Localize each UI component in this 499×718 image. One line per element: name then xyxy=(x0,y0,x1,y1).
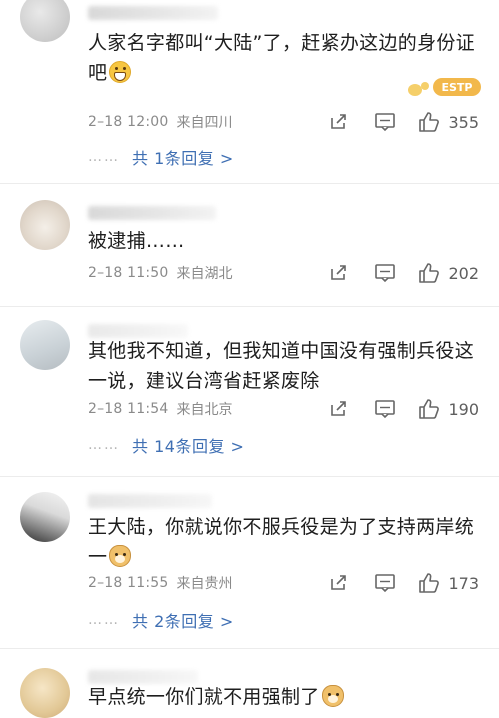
comment-text-content: 其他我不知道，但我知道中国没有强制兵役这一说，建议台湾省赶紧废除 xyxy=(88,340,475,392)
comment-time: 2–18 11:55 xyxy=(88,575,169,591)
doge-emoji-icon xyxy=(321,685,344,707)
avatar[interactable] xyxy=(20,668,70,718)
comment-meta: 2–18 11:55 来自贵州 173 xyxy=(88,570,479,596)
username-blurred[interactable] xyxy=(88,6,218,20)
comment-meta: 2–18 12:00 来自四川 355 xyxy=(88,109,479,135)
divider xyxy=(0,476,499,477)
thumbs-up-icon xyxy=(419,399,440,419)
comment-time: 2–18 12:00 xyxy=(88,114,169,130)
share-button[interactable] xyxy=(328,399,348,419)
comment-item: 被逮捕…… 2–18 11:50 来自湖北 202 xyxy=(0,184,499,308)
comment-actions: 202 xyxy=(328,260,479,286)
share-button[interactable] xyxy=(328,112,348,132)
comment-meta: 2–18 11:50 来自湖北 202 xyxy=(88,260,479,286)
comment-icon xyxy=(375,574,396,593)
comment-source: 来自贵州 xyxy=(176,576,233,592)
comment-icon xyxy=(375,400,396,419)
reply-dots: …… xyxy=(88,149,120,165)
comment-text: 其他我不知道，但我知道中国没有强制兵役这一说，建议台湾省赶紧废除 xyxy=(88,336,477,396)
comment-button[interactable] xyxy=(374,112,396,132)
comment-item: 其他我不知道，但我知道中国没有强制兵役这一说，建议台湾省赶紧废除 2–18 11… xyxy=(0,306,499,478)
comment-text-content: 王大陆，你就说你不服兵役是为了支持两岸统一 xyxy=(88,516,475,568)
like-button[interactable]: 202 xyxy=(418,262,479,284)
comment-icon xyxy=(375,113,396,132)
comment-source: 来自湖北 xyxy=(176,266,233,282)
comment-icon xyxy=(375,264,396,283)
avatar[interactable] xyxy=(20,492,70,542)
share-button[interactable] xyxy=(328,573,348,593)
share-icon xyxy=(331,401,347,416)
comment-meta: 2–18 11:54 来自北京 190 xyxy=(88,396,479,422)
comment-text-content: 被逮捕…… xyxy=(88,230,185,252)
grin-emoji-icon xyxy=(109,61,132,83)
view-replies-link[interactable]: …… 共 14条回复 > xyxy=(88,431,244,459)
comment-time: 2–18 11:50 xyxy=(88,265,169,281)
comment-actions: 190 xyxy=(328,396,479,422)
view-replies-link[interactable]: …… 共 1条回复 > xyxy=(88,143,234,171)
username-blurred[interactable] xyxy=(88,206,216,220)
comment-button[interactable] xyxy=(374,399,396,419)
username-blurred[interactable] xyxy=(88,494,212,508)
comment-button[interactable] xyxy=(374,263,396,283)
share-button[interactable] xyxy=(328,263,348,283)
comment-text: 早点统一你们就不用强制了 xyxy=(88,682,477,712)
reply-dots: …… xyxy=(88,437,120,453)
like-count: 190 xyxy=(448,399,479,419)
like-count: 202 xyxy=(448,263,479,283)
comment-time: 2–18 11:54 xyxy=(88,401,169,417)
reply-count: 共 2条回复 > xyxy=(132,612,234,631)
comment-button[interactable] xyxy=(374,573,396,593)
thumbs-up-icon xyxy=(419,112,440,132)
comment-text: 被逮捕…… xyxy=(88,226,477,256)
comment-item: 早点统一你们就不用强制了 xyxy=(0,650,499,718)
share-icon xyxy=(331,114,347,129)
thumbs-up-icon xyxy=(419,573,440,593)
comment-item: 人家名字都叫“大陆”了，赶紧办这边的身份证吧 ESTP 2–18 12:00 来… xyxy=(0,0,499,184)
like-button[interactable]: 190 xyxy=(418,398,479,420)
view-replies-link[interactable]: …… 共 2条回复 > xyxy=(88,606,234,634)
doge-emoji-icon xyxy=(109,545,132,567)
svg-text:ESTP: ESTP xyxy=(441,81,472,94)
comment-text: 王大陆，你就说你不服兵役是为了支持两岸统一 xyxy=(88,512,477,572)
like-count: 173 xyxy=(448,573,479,593)
avatar[interactable] xyxy=(20,200,70,250)
estp-sticker-icon: ESTP xyxy=(408,78,481,96)
avatar[interactable] xyxy=(20,320,70,370)
share-icon xyxy=(331,575,347,590)
reply-dots: …… xyxy=(88,612,120,628)
reply-count: 共 14条回复 > xyxy=(132,437,245,456)
comment-source: 来自四川 xyxy=(176,115,233,131)
comment-item: 王大陆，你就说你不服兵役是为了支持两岸统一 2–18 11:55 来自贵州 17… xyxy=(0,478,499,650)
comment-source: 来自北京 xyxy=(176,402,233,418)
comment-actions: 173 xyxy=(328,570,479,596)
divider xyxy=(0,648,499,649)
like-button[interactable]: 173 xyxy=(418,572,479,594)
comment-text-content: 早点统一你们就不用强制了 xyxy=(88,686,320,708)
like-count: 355 xyxy=(448,112,479,132)
like-button[interactable]: 355 xyxy=(418,111,479,133)
comment-actions: 355 xyxy=(328,109,479,135)
share-icon xyxy=(331,265,347,280)
reply-count: 共 1条回复 > xyxy=(132,149,234,168)
avatar[interactable] xyxy=(20,0,70,42)
thumbs-up-icon xyxy=(419,263,440,283)
